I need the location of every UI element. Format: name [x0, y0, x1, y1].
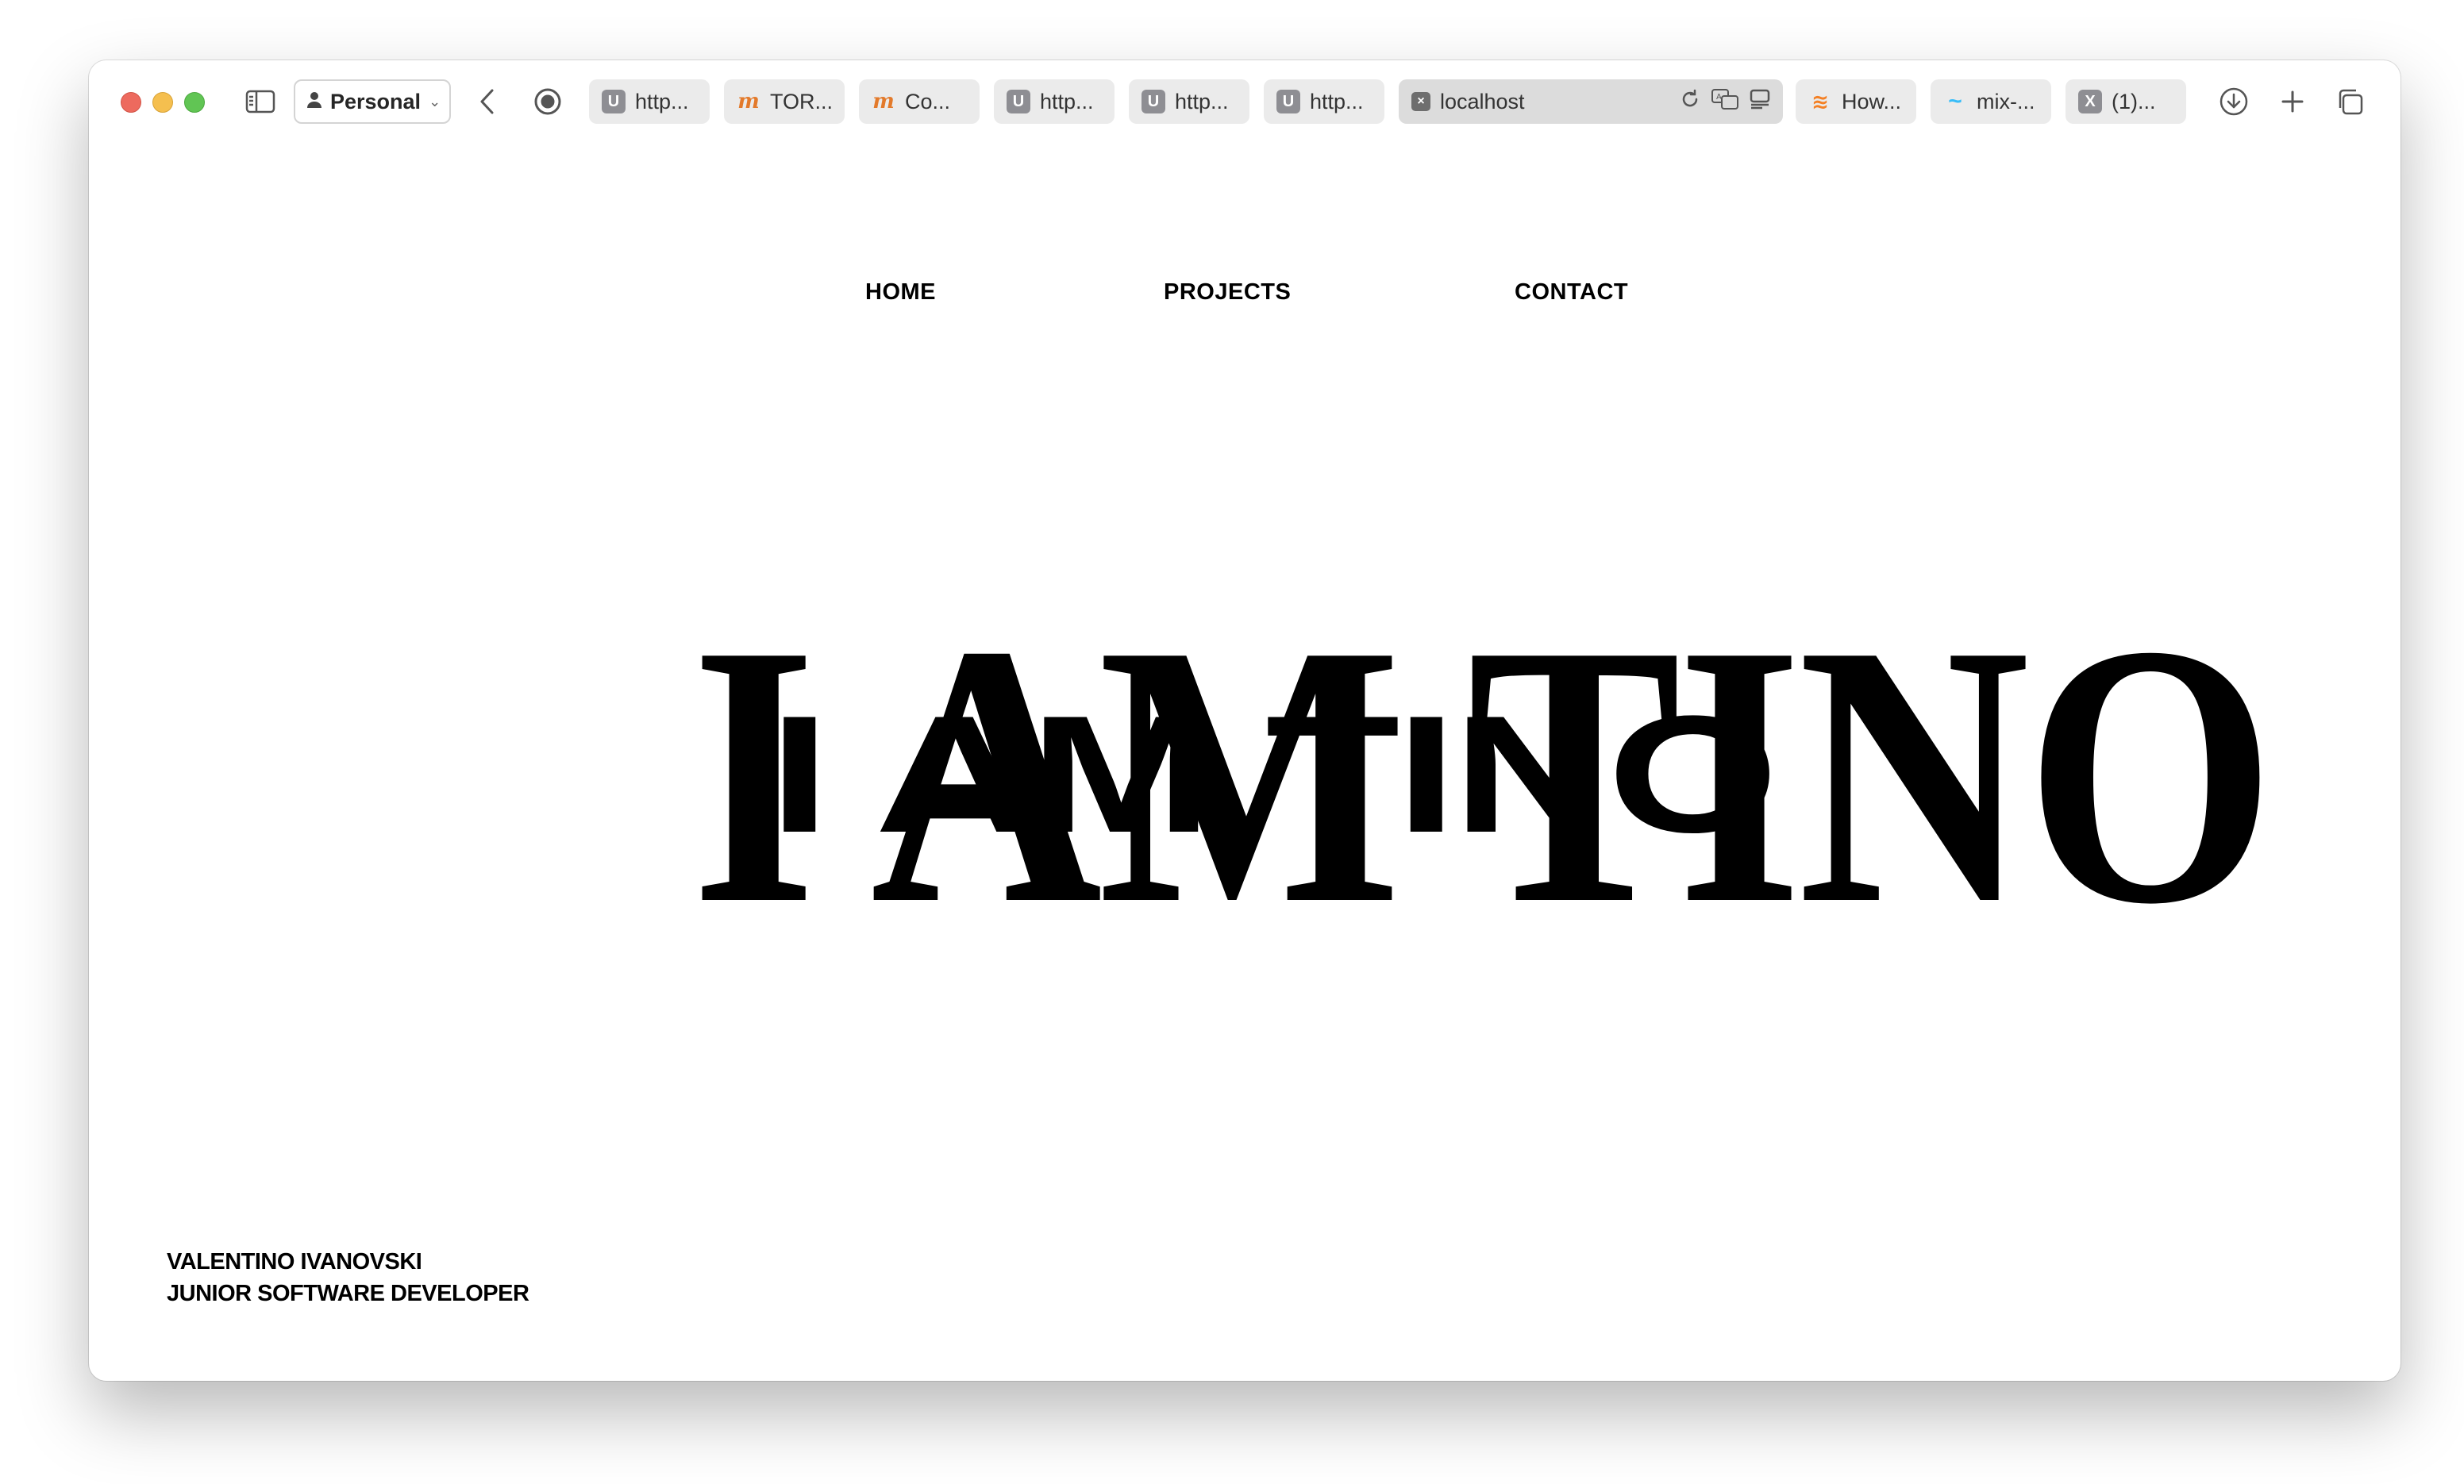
tab-9[interactable]: ~ mix-... [1931, 79, 2051, 124]
close-window-button[interactable] [121, 92, 141, 113]
tab-favicon-icon: X [2078, 90, 2102, 113]
tab-favicon-icon: m [872, 90, 895, 113]
privacy-report-icon[interactable] [532, 86, 564, 117]
tab-label: http... [1175, 89, 1229, 113]
author-role: JUNIOR SOFTWARE DEVELOPER [167, 1281, 529, 1306]
chevron-down-icon: ⌄ [429, 93, 441, 110]
browser-toolbar: Personal ⌄ U http... m TOR... m Co... U … [89, 60, 2400, 143]
site-nav: HOME PROJECTS CONTACT [89, 279, 2400, 311]
reload-icon[interactable] [1680, 89, 1700, 115]
browser-window: Personal ⌄ U http... m TOR... m Co... U … [89, 60, 2400, 1381]
translate-icon[interactable]: A [1711, 88, 1738, 115]
tab-favicon-icon: m [737, 90, 760, 113]
hero-headline-sans: I AM TINO [768, 681, 1779, 867]
sidebar-icon[interactable] [244, 89, 276, 114]
tab-active-localhost[interactable]: × localhost A [1399, 79, 1783, 124]
minimize-window-button[interactable] [152, 92, 173, 113]
author-name: VALENTINO IVANOVSKI [167, 1249, 422, 1274]
tab-label: http... [635, 89, 689, 113]
tab-5[interactable]: U http... [1129, 79, 1249, 124]
profile-selector[interactable]: Personal ⌄ [294, 79, 451, 124]
tab-label: http... [1040, 89, 1094, 113]
tab-label: (1)... [2112, 89, 2156, 113]
tab-2[interactable]: m TOR... [724, 79, 845, 124]
person-icon [306, 90, 322, 114]
tab-4[interactable]: U http... [994, 79, 1115, 124]
hero-headline: I AM TINO I AM TINO [597, 552, 2275, 997]
tab-favicon-icon: U [602, 90, 626, 113]
tab-label: Co... [905, 89, 951, 113]
nav-projects-link[interactable]: PROJECTS [1164, 279, 1291, 306]
tab-favicon-icon: U [1276, 90, 1300, 113]
tab-label: mix-... [1977, 89, 2035, 113]
zoom-window-button[interactable] [184, 92, 205, 113]
tab-label: How... [1842, 89, 1902, 113]
address-bar-url[interactable]: localhost [1440, 90, 1525, 114]
tailwind-icon: ~ [1948, 88, 1962, 114]
stackoverflow-icon: ≋ [1811, 89, 1829, 113]
tab-favicon-icon: U [1142, 90, 1165, 113]
author-info: VALENTINO IVANOVSKI JUNIOR SOFTWARE DEVE… [167, 1246, 529, 1309]
profile-label: Personal [330, 89, 422, 113]
tab-10[interactable]: X (1)... [2066, 79, 2186, 124]
back-button[interactable] [472, 86, 503, 117]
tab-label: TOR... [770, 89, 834, 113]
tab-8[interactable]: ≋ How... [1796, 79, 1916, 124]
tab-6[interactable]: U http... [1264, 79, 1384, 124]
tab-label: http... [1310, 89, 1364, 113]
svg-text:A: A [1716, 93, 1722, 102]
reader-mode-icon[interactable] [1750, 89, 1770, 115]
nav-contact-link[interactable]: CONTACT [1515, 279, 1628, 306]
tab-overview-icon[interactable] [2332, 84, 2367, 119]
new-tab-icon[interactable] [2275, 84, 2310, 119]
close-tab-icon[interactable]: × [1411, 92, 1430, 111]
nav-home-link[interactable]: HOME [865, 279, 936, 306]
tab-3[interactable]: m Co... [859, 79, 980, 124]
tab-favicon-icon: U [1007, 90, 1030, 113]
tab-1[interactable]: U http... [589, 79, 710, 124]
download-icon[interactable] [2216, 84, 2251, 119]
